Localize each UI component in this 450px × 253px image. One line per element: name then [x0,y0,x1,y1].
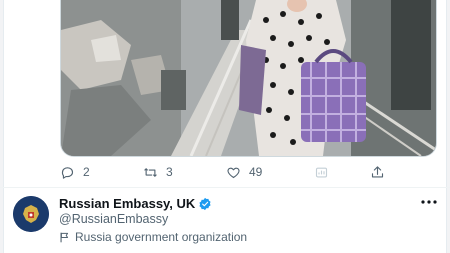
profile-handle[interactable]: @RussianEmbassy [59,212,168,226]
left-border [0,0,4,253]
retweet-icon [144,167,157,177]
reply-button[interactable]: 2 [60,165,143,180]
retweet-count: 3 [166,165,173,179]
flag-icon [60,232,69,242]
tweet-frame: 2 3 49 Russian Embassy, UK @RussianEmbas… [0,0,450,253]
share-icon [371,165,384,177]
verified-icon [199,197,211,210]
avatar[interactable] [13,196,49,232]
like-button[interactable]: 49 [226,165,314,180]
right-border [446,0,450,253]
like-count: 49 [249,165,263,179]
like-icon [227,167,240,178]
government-label-text: Russia government organization [75,230,248,244]
profile-name[interactable]: Russian Embassy, UK [59,196,195,211]
reply-icon [61,166,74,179]
more-dots [421,200,437,204]
name-row: Russian Embassy, UK [59,196,212,211]
divider [0,187,450,188]
tweet-photo[interactable] [60,0,437,157]
analytics-icon [315,167,328,177]
analytics-button[interactable] [314,165,370,180]
government-label: Russia government organization [59,230,247,244]
tweet-actions: 2 3 49 [60,162,390,182]
reply-count: 2 [83,165,90,179]
retweet-button[interactable]: 3 [143,165,226,180]
coat-of-arms-icon [13,196,49,232]
photo-illustration [61,0,436,156]
share-button[interactable] [370,165,385,180]
more-icon[interactable] [421,194,437,210]
